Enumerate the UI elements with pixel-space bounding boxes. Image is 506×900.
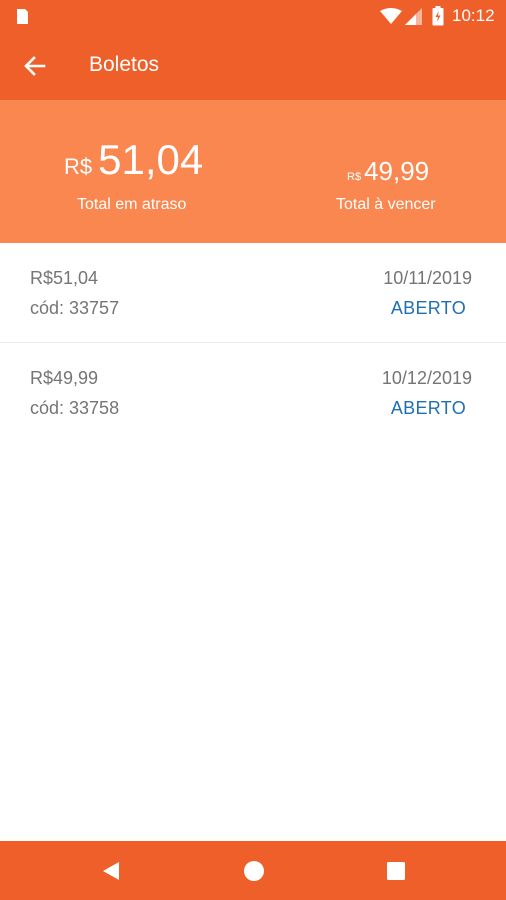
nav-home-icon[interactable]	[243, 860, 265, 882]
sim-card-icon	[17, 9, 28, 24]
boleto-item[interactable]: R$51,04 cód: 33757 10/11/2019 ABERTO	[0, 243, 506, 343]
due-total: R$ 49,99 Total à vencer	[310, 100, 470, 243]
page-title: Boletos	[89, 53, 160, 76]
nav-recents-icon[interactable]	[385, 860, 407, 882]
due-value: 49,99	[364, 156, 430, 186]
overdue-total: R$ 51,04 Total em atraso	[36, 100, 236, 243]
boleto-date: 10/12/2019	[381, 368, 472, 388]
due-amount: R$ 49,99	[347, 156, 429, 187]
overdue-value: 51,04	[98, 136, 204, 183]
system-nav-bar	[0, 841, 506, 900]
nav-back-icon[interactable]	[100, 860, 122, 882]
boleto-list: R$51,04 cód: 33757 10/11/2019 ABERTO R$4…	[0, 243, 506, 443]
boleto-price: R$51,04	[30, 268, 99, 288]
status-bar: 10:12	[0, 0, 506, 33]
overdue-amount: R$ 51,04	[64, 136, 203, 184]
battery-icon	[432, 6, 444, 26]
due-currency: R$	[347, 171, 362, 183]
totals-summary: R$ 51,04 Total em atraso R$ 49,99 Total à …	[0, 100, 506, 243]
overdue-currency: R$	[64, 154, 93, 179]
boleto-status: ABERTO	[390, 398, 466, 418]
boleto-code: cód: 33758	[30, 398, 120, 418]
status-time: 10:12	[452, 6, 495, 25]
boleto-item[interactable]: R$49,99 cód: 33758 10/12/2019 ABERTO	[0, 343, 506, 443]
cellular-signal-icon	[405, 8, 422, 25]
app-bar: Boletos	[0, 33, 506, 100]
arrow-left-icon[interactable]	[22, 53, 48, 79]
boleto-code: cód: 33757	[30, 298, 120, 318]
boleto-status: ABERTO	[390, 298, 466, 318]
boleto-price: R$49,99	[30, 368, 99, 388]
due-label: Total à vencer	[336, 196, 436, 213]
overdue-label: Total em atraso	[77, 196, 187, 213]
wifi-icon	[380, 8, 402, 24]
boleto-date: 10/11/2019	[383, 268, 472, 288]
